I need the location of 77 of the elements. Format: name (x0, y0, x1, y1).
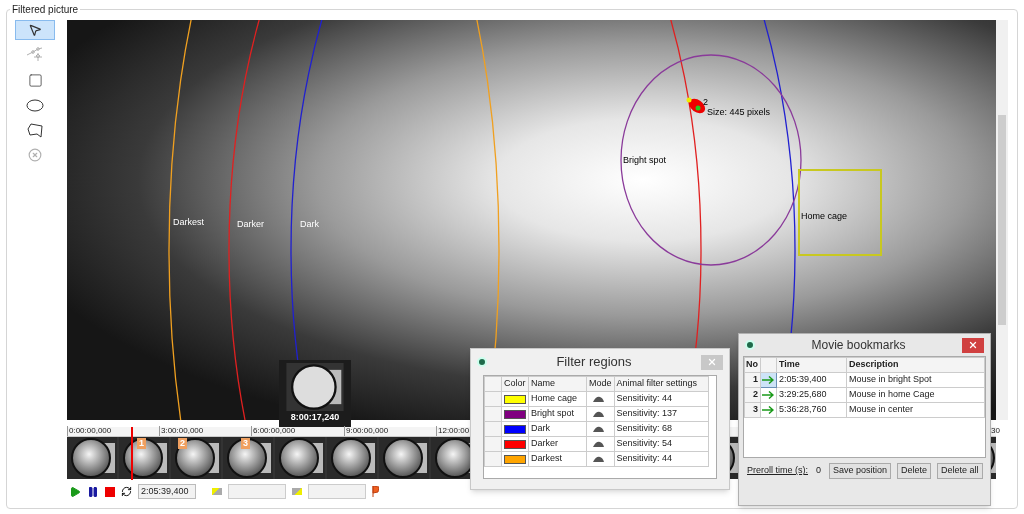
column-header[interactable]: Mode (586, 376, 614, 392)
table-cell: Dark (528, 421, 587, 437)
animal-marker-drawing (686, 97, 706, 114)
mouse-icon (593, 396, 604, 402)
dialog-button[interactable]: Save position (829, 463, 892, 479)
table-cell: Sensitivity: 44 (614, 451, 708, 467)
column-header[interactable]: Animal filter settings (614, 376, 708, 392)
column-header[interactable]: No (744, 357, 761, 373)
preview-thumbnail (283, 363, 347, 411)
table-cell: Sensitivity: 54 (614, 436, 708, 452)
table-cell: Darkest (528, 451, 587, 467)
dialog-title: Movie bookmarks (810, 337, 907, 354)
loop-icon[interactable] (121, 486, 132, 497)
go-to-arrow-icon[interactable] (762, 406, 774, 414)
mouse-icon (593, 441, 604, 447)
table-cell: Home cage (528, 391, 587, 407)
go-to-arrow-icon[interactable] (762, 376, 774, 384)
close-button[interactable] (962, 337, 984, 353)
dialog-title: Filter regions (555, 353, 633, 372)
dialog-button[interactable]: Delete all (937, 463, 983, 479)
column-header[interactable]: Description (846, 357, 985, 373)
go-to-arrow-icon[interactable] (762, 391, 774, 399)
end-mark-icon[interactable] (292, 488, 302, 495)
column-header[interactable]: Color (501, 376, 529, 392)
table-cell: 2:05:39,400 (776, 372, 847, 388)
start-mark-icon[interactable] (212, 488, 222, 495)
timeline-tick-label: 0:00:00,000 (67, 426, 112, 436)
table-cell: Mouse in center (846, 402, 985, 418)
ellipse-icon (26, 98, 44, 112)
polygon-icon (26, 122, 44, 138)
app-icon (745, 340, 755, 350)
region-label: Darker (237, 218, 264, 231)
table-cell: 5:36:28,760 (776, 402, 847, 418)
table-cell: 3:29:25,680 (776, 387, 847, 403)
timeline-tick-label: 3:00:00,000 (159, 426, 204, 436)
start-time-field[interactable] (228, 484, 286, 499)
timeline-tick-label: 9:00:00,000 (344, 426, 389, 436)
timeline-tick-label: 6:00:00,000 (251, 426, 296, 436)
table-cell: Mouse in bright Spot (846, 372, 985, 388)
vertical-scrollbar[interactable] (996, 20, 1008, 420)
close-icon (968, 340, 978, 350)
column-header[interactable]: Name (528, 376, 587, 392)
preroll-time-link[interactable]: Preroll time (s): (747, 464, 808, 478)
play-icon[interactable] (69, 485, 81, 498)
column-header[interactable]: Time (776, 357, 847, 373)
animal-id: 2 (703, 96, 708, 108)
time-field[interactable]: 2:05:39,400 (138, 484, 196, 499)
timeline-tick-label: 12:00:00 (436, 426, 470, 436)
region-label: Dark (300, 218, 319, 231)
preroll-time-value: 0 (816, 464, 822, 478)
mouse-icon (593, 426, 604, 432)
flag-icon[interactable] (372, 486, 379, 497)
close-icon (707, 357, 717, 367)
mouse-icon (593, 411, 604, 417)
region-label: Home cage (801, 210, 848, 223)
delete-icon (28, 148, 42, 162)
mouse-icon (593, 456, 604, 462)
region-label: Bright spot (623, 154, 667, 167)
rectangle-icon (27, 72, 43, 88)
animal-size-label: Size: 445 pixels (707, 106, 771, 119)
pause-icon[interactable] (87, 485, 99, 498)
table-cell: Sensitivity: 44 (614, 391, 708, 407)
pointer-icon (28, 23, 42, 37)
tool-button[interactable] (15, 20, 55, 40)
node-move-icon (26, 47, 44, 63)
region-label: Darkest (173, 216, 204, 229)
table-cell: Bright spot (528, 406, 587, 422)
preview-time: 8:00:17,240 (290, 411, 340, 424)
panel-title: Filtered picture (10, 2, 81, 17)
table-cell: Sensitivity: 68 (614, 421, 708, 437)
table-cell: Sensitivity: 137 (614, 406, 708, 422)
app-icon (477, 357, 487, 367)
stop-icon[interactable] (105, 486, 115, 497)
table-cell: Darker (528, 436, 587, 452)
table-cell: Mouse in home Cage (846, 387, 985, 403)
end-time-field[interactable] (308, 484, 366, 499)
dialog-button[interactable]: Delete (897, 463, 932, 479)
